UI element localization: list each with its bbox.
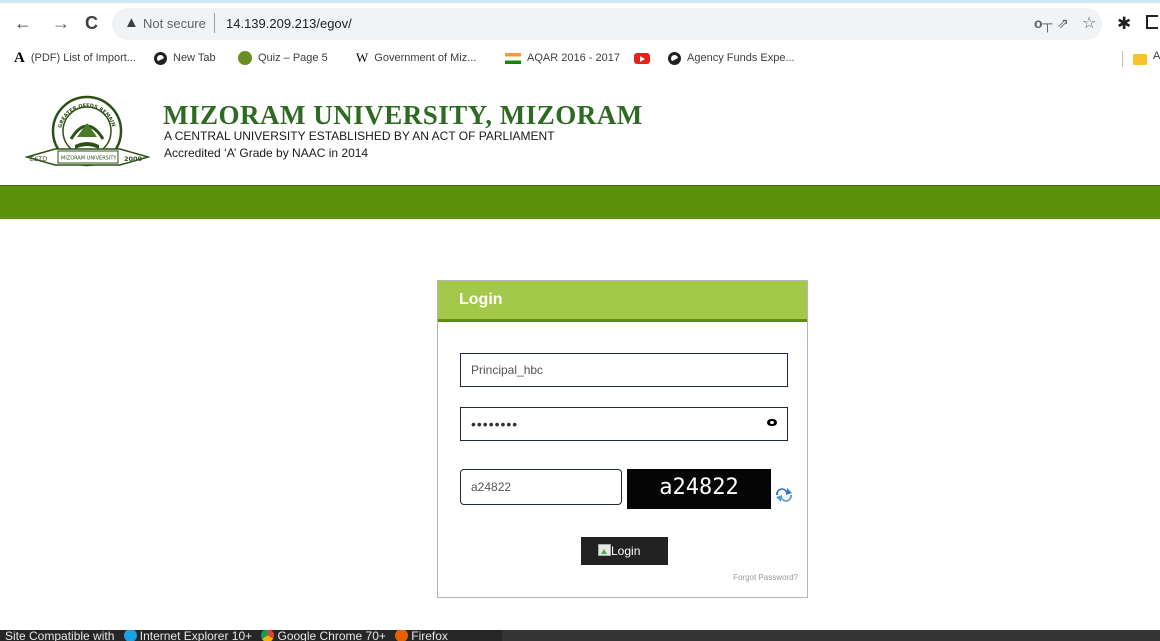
login-button[interactable]: Login: [581, 537, 668, 565]
extensions-puzzle-icon[interactable]: ✱: [1117, 14, 1131, 34]
bookmark-overflow[interactable]: A: [1153, 50, 1160, 62]
university-seal-icon: GREATER DEEDS REMAIN ESTD MIZORAM UNIVER…: [24, 95, 151, 167]
reload-icon[interactable]: C: [85, 12, 98, 34]
university-subtitle: A CENTRAL UNIVERSITY ESTABLISHED BY AN A…: [164, 129, 555, 143]
wikipedia-icon: W: [356, 50, 369, 66]
globe-icon: [668, 51, 681, 65]
compat-browser: Internet Explorer 10+: [139, 630, 253, 641]
bookmark-item[interactable]: AQAR 2016 - 2017: [505, 50, 620, 66]
bookmark-item[interactable]: W Government of Miz...: [356, 50, 476, 66]
key-icon[interactable]: o┬: [1034, 15, 1052, 31]
captcha-refresh-icon[interactable]: [773, 486, 795, 504]
compat-browser: Firefox: [411, 630, 448, 641]
bookmark-item[interactable]: [634, 50, 656, 66]
internet-explorer-icon: [123, 630, 137, 641]
firefox-icon: [395, 630, 409, 641]
back-arrow-icon[interactable]: ←: [14, 12, 32, 34]
password-mask: ••••••••: [471, 416, 519, 432]
star-icon[interactable]: ☆: [1082, 13, 1096, 33]
login-button-label: Login: [611, 544, 641, 558]
broken-image-icon: [598, 544, 611, 556]
address-bar[interactable]: ▲ Not secure 14.139.209.213/egov/ o┬ ⇗ ☆: [112, 8, 1102, 40]
bookmark-divider: [1122, 51, 1123, 67]
bookmark-item[interactable]: A (PDF) List of Import...: [14, 50, 136, 66]
quiz-icon: [238, 51, 252, 66]
bookmarks-bar: A (PDF) List of Import... New Tab Quiz – …: [0, 43, 1160, 73]
url-divider: [214, 13, 215, 33]
compat-prefix: Site Compatible with: [5, 630, 115, 641]
compatibility-bar: Site Compatible with Internet Explorer 1…: [0, 630, 1160, 641]
side-panel-icon[interactable]: [1146, 15, 1158, 29]
username-input[interactable]: Principal_hbc: [460, 353, 788, 387]
seal-banner-text: MIZORAM UNIVERSITY: [61, 156, 117, 162]
header-band: [0, 185, 1160, 219]
captcha-image: a24822: [627, 469, 771, 509]
youtube-icon: [634, 52, 650, 64]
chrome-icon: [261, 630, 275, 641]
security-label[interactable]: Not secure: [143, 16, 206, 31]
url-text[interactable]: 14.139.209.213/egov/: [226, 16, 352, 31]
forward-arrow-icon[interactable]: →: [52, 12, 70, 34]
folder-icon[interactable]: [1133, 54, 1147, 65]
login-panel: Login Principal_hbc •••••••• a24822 a248…: [437, 280, 808, 598]
login-title: Login: [459, 291, 503, 308]
login-header: Login: [438, 281, 807, 322]
university-title: MIZORAM UNIVERSITY, MIZORAM: [163, 100, 643, 130]
share-icon[interactable]: ⇗: [1057, 15, 1069, 32]
warning-triangle-icon[interactable]: ▲: [124, 14, 139, 31]
india-flag-icon: [505, 52, 521, 64]
show-password-eye-icon[interactable]: [767, 419, 777, 426]
forgot-password-link[interactable]: Forgot Password?: [733, 573, 798, 582]
seal-year-text: 2000: [124, 155, 143, 163]
compatibility-notice: Site Compatible with Internet Explorer 1…: [0, 630, 502, 641]
captcha-input[interactable]: a24822: [460, 469, 622, 505]
university-logo[interactable]: GREATER DEEDS REMAIN ESTD MIZORAM UNIVER…: [24, 93, 151, 173]
compat-browser: Google Chrome 70+: [277, 630, 386, 641]
bookmark-item[interactable]: Agency Funds Expe...: [668, 50, 795, 66]
academia-icon: A: [14, 50, 25, 67]
bookmark-item[interactable]: Quiz – Page 5: [238, 50, 328, 66]
globe-icon: [154, 51, 167, 65]
bookmark-item[interactable]: New Tab: [154, 50, 216, 66]
accreditation-text: Accredited ‘A’ Grade by NAAC in 2014: [164, 146, 369, 160]
browser-toolbar: ← → C ▲ Not secure 14.139.209.213/egov/ …: [0, 0, 1160, 43]
seal-estd-text: ESTD: [30, 155, 47, 163]
password-input[interactable]: ••••••••: [460, 407, 788, 441]
